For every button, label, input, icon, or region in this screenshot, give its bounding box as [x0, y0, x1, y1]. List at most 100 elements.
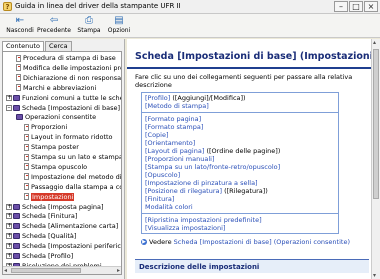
tree-item-label: Funzioni comuni a tutte le schede	[22, 93, 122, 102]
topic-title: Scheda [Impostazioni di base] (Impostazi…	[135, 51, 378, 62]
topic-link[interactable]: [Formato stampa]	[145, 123, 203, 131]
topic-link[interactable]: [Finitura]	[145, 195, 174, 203]
scroll-up-icon[interactable]: ▴	[373, 39, 376, 46]
tree-item-label: Scheda [Alimentazione carta]	[22, 222, 119, 231]
topic-vertical-scrollbar[interactable]: ▴ ▾	[371, 39, 380, 279]
link-suffix: ([Rilegatura])	[222, 187, 268, 195]
page-icon	[16, 74, 21, 82]
tree-item[interactable]: Modifica delle impostazioni predefinite	[16, 64, 121, 72]
link-row: [Finitura]	[145, 195, 335, 203]
topic-link[interactable]: [Profilo]	[145, 94, 170, 102]
see-also-prefix: Vedere	[149, 238, 174, 246]
link-row: [Formato pagina]	[145, 115, 335, 123]
collapse-icon[interactable]: –	[6, 104, 12, 111]
book-icon	[13, 213, 20, 220]
tree-item[interactable]: Passaggio dalla stampa a copia	[24, 183, 121, 191]
topic-link[interactable]: Modalità colori	[145, 203, 193, 211]
link-row: [Layout di pagina] ([Ordine delle pagine…	[145, 147, 335, 155]
tree-item[interactable]: Proporzioni	[24, 123, 67, 131]
topic-link[interactable]: [Visualizza impostazioni]	[145, 224, 225, 232]
tree-item[interactable]: Procedura di stampa di base	[16, 54, 116, 62]
tree-item-label: Impostazioni	[31, 192, 75, 201]
tree-item[interactable]: Operazioni consentite	[16, 113, 96, 121]
maximize-button[interactable]: □	[349, 1, 363, 12]
book-icon	[13, 253, 20, 259]
tree-item[interactable]: + Scheda [Alimentazione carta]	[6, 222, 118, 230]
scroll-left-icon[interactable]: ◂	[4, 267, 7, 274]
page-icon	[24, 183, 29, 191]
topic-link[interactable]: [Layout di pagina]	[145, 147, 204, 155]
tree-horizontal-scrollbar[interactable]: ◂ ▸	[3, 266, 121, 274]
print-button[interactable]: ⎙ Stampa	[72, 15, 106, 37]
tree-item[interactable]: Impostazioni	[24, 192, 75, 201]
tree-item-label: Impostazione del metodo di finitura	[31, 172, 122, 181]
tree-item[interactable]: + Scheda [Qualità]	[6, 232, 76, 240]
description-header: Descrizione delle impostazioni	[135, 259, 369, 273]
link-row: [Metodo di stampa]	[145, 102, 335, 110]
see-also-arrow-icon: ▶	[141, 239, 147, 245]
topic-scroll-thumb[interactable]	[373, 49, 379, 199]
topic-link[interactable]: [Stampa su un lato/fronte-retro/opuscolo…	[145, 163, 280, 171]
topic-link[interactable]: [Copie]	[145, 131, 169, 139]
tree-item[interactable]: Stampa opuscolo	[24, 163, 87, 171]
link-row: [Ripristina impostazioni predefinite]	[145, 216, 335, 224]
hide-icon: ⇤	[15, 15, 25, 26]
tree-item-label: Scheda [Impostazioni di base]	[22, 103, 121, 112]
tree-item-label: Scheda [Qualità]	[22, 232, 77, 241]
tree-item-label: Stampa su un lato e stampa fronte/retro	[31, 153, 122, 161]
tree-item[interactable]: + Scheda [Impostazioni periferica]	[6, 242, 121, 250]
tree-scroll-thumb[interactable]	[11, 268, 81, 273]
topic-link[interactable]: [Posizione di rilegatura]	[145, 187, 222, 195]
page-icon	[16, 64, 21, 72]
tab-search[interactable]: Cerca	[44, 41, 72, 51]
link-row: [Visualizza impostazioni]	[145, 224, 335, 232]
back-button[interactable]: ⇦ Precedente	[37, 15, 71, 37]
tree-item-label: Marchi e abbreviazioni	[23, 83, 97, 92]
topic-link[interactable]: [Proporzioni manuali]	[145, 155, 215, 163]
toolbar: ⇤ Nascondi ⇦ Precedente ⎙ Stampa ▤ Opzio…	[0, 14, 380, 38]
tree-item[interactable]: Layout in formato ridotto	[24, 133, 113, 141]
link-row: [Stampa su un lato/fronte-retro/opuscolo…	[145, 163, 335, 171]
expand-icon[interactable]: +	[6, 223, 12, 230]
book-icon	[13, 203, 20, 210]
tab-contents[interactable]: Contenuto	[2, 41, 44, 51]
close-button[interactable]: ×	[364, 1, 378, 12]
tree-item[interactable]: + Funzioni comuni a tutte le schede	[6, 93, 122, 102]
scroll-right-icon[interactable]: ▸	[117, 267, 120, 274]
tree-item[interactable]: + Scheda [Profilo]	[6, 252, 73, 260]
tree-item[interactable]: Dichiarazione di non responsabilità	[16, 73, 122, 82]
options-icon: ▤	[114, 15, 124, 26]
expand-icon[interactable]: +	[6, 94, 12, 101]
tree-item[interactable]: + Scheda [Finitura]	[6, 212, 77, 220]
hide-button[interactable]: ⇤ Nascondi	[3, 15, 37, 37]
expand-icon[interactable]: +	[6, 213, 12, 220]
tree-item[interactable]: Marchi e abbreviazioni	[16, 84, 96, 92]
options-button[interactable]: ▤ Opzioni	[102, 15, 136, 37]
expand-icon[interactable]: +	[6, 243, 12, 250]
topic-pane: Scheda [Impostazioni di base] (Impostazi…	[127, 39, 380, 279]
link-row: [Proporzioni manuali]	[145, 155, 335, 163]
book-icon	[16, 114, 23, 121]
topic-link[interactable]: [Metodo di stampa]	[145, 102, 209, 110]
expand-icon[interactable]: +	[6, 253, 12, 259]
help-app-icon: ?	[3, 2, 12, 11]
page-icon	[24, 193, 29, 201]
scroll-down-icon[interactable]: ▾	[373, 272, 376, 279]
topic-link[interactable]: [Formato pagina]	[145, 115, 201, 123]
tree-item[interactable]: Impostazione del metodo di finitura	[24, 172, 122, 181]
tree-item[interactable]: + Scheda [Imposta pagina]	[6, 203, 104, 211]
expand-icon[interactable]: +	[6, 203, 12, 210]
page-icon	[24, 133, 29, 141]
topic-link[interactable]: [Opuscolo]	[145, 171, 180, 179]
topic-link[interactable]: [Ripristina impostazioni predefinite]	[145, 216, 262, 224]
see-also-link[interactable]: Scheda [Impostazioni di base] (Operazion…	[174, 238, 350, 246]
minimize-button[interactable]: –	[334, 1, 348, 12]
topic-link[interactable]: [Orientamento]	[145, 139, 195, 147]
tree-item[interactable]: Stampa poster	[24, 143, 79, 151]
expand-icon[interactable]: +	[6, 233, 12, 240]
tree-item[interactable]: – Scheda [Impostazioni di base]	[6, 104, 120, 112]
book-icon	[13, 94, 20, 101]
tree-item[interactable]: Stampa su un lato e stampa fronte/retro	[24, 153, 122, 161]
topic-link[interactable]: [Impostazione di pinzatura a sella]	[145, 179, 258, 187]
tree-item-label: Dichiarazione di non responsabilità	[23, 73, 122, 82]
